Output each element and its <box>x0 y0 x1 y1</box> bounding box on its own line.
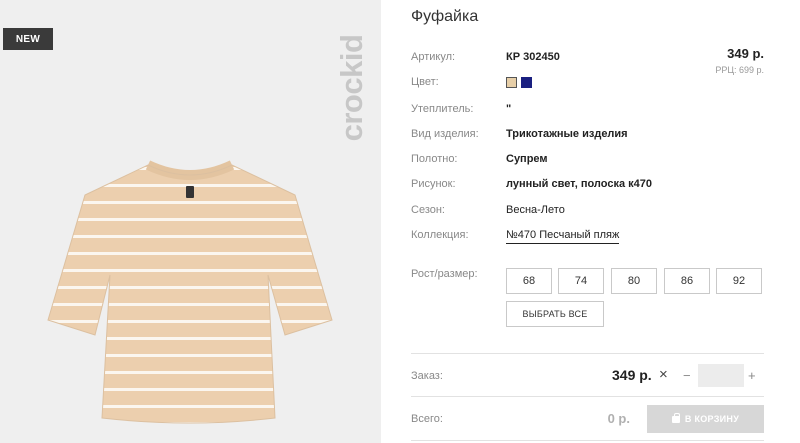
cart-icon <box>671 412 680 423</box>
size-option-86[interactable]: 86 <box>664 268 710 294</box>
tshirt-image <box>47 160 333 424</box>
size-option-92[interactable]: 92 <box>716 268 762 294</box>
product-type-label: Вид изделия: <box>411 128 479 140</box>
collection-label: Коллекция: <box>411 229 469 241</box>
multiply-icon: × <box>659 366 668 383</box>
quantity-input[interactable] <box>698 364 744 387</box>
color-label: Цвет: <box>411 76 439 88</box>
add-to-cart-label: В КОРЗИНУ <box>684 414 740 424</box>
recommended-price: РРЦ: 699 р. <box>715 65 764 75</box>
divider <box>411 440 764 441</box>
fabric-label: Полотно: <box>411 153 458 165</box>
size-option-68[interactable]: 68 <box>506 268 552 294</box>
insulation-label: Утеплитель: <box>411 103 474 115</box>
order-label: Заказ: <box>411 370 443 382</box>
divider <box>411 396 764 397</box>
article-label: Артикул: <box>411 51 456 63</box>
decrease-quantity-button[interactable]: − <box>683 368 691 383</box>
article-value: КР 302450 <box>506 51 560 63</box>
brand-watermark: crockid <box>334 34 369 142</box>
size-option-74[interactable]: 74 <box>558 268 604 294</box>
order-price: 349 р. <box>612 367 652 383</box>
product-photo[interactable]: NEW crockid <box>0 0 381 443</box>
pattern-label: Рисунок: <box>411 178 456 190</box>
product-title: Фуфайка <box>411 8 479 25</box>
size-option-80[interactable]: 80 <box>611 268 657 294</box>
collection-link[interactable]: №470 Песчаный пляж <box>506 229 620 244</box>
color-swatch-beige[interactable] <box>506 77 517 88</box>
select-all-sizes-button[interactable]: ВЫБРАТЬ ВСЕ <box>506 301 604 327</box>
divider <box>411 353 764 354</box>
new-badge: NEW <box>3 28 53 50</box>
increase-quantity-button[interactable]: + <box>748 368 756 383</box>
pattern-value: лунный свет, полоска к470 <box>506 178 653 190</box>
total-label: Всего: <box>411 413 443 425</box>
total-value: 0 р. <box>607 411 630 426</box>
add-to-cart-button[interactable]: В КОРЗИНУ <box>647 405 764 433</box>
product-type-value: Трикотажные изделия <box>506 128 628 140</box>
size-label: Рост/размер: <box>411 268 478 280</box>
insulation-value: " <box>506 103 512 115</box>
season-value: Весна-Лето <box>506 204 565 216</box>
season-label: Сезон: <box>411 204 445 216</box>
fabric-value: Супрем <box>506 153 548 165</box>
collection-link-text[interactable]: №470 Песчаный пляж <box>506 229 620 244</box>
color-swatch-navy[interactable] <box>521 77 532 88</box>
product-price: 349 р. <box>727 46 764 61</box>
